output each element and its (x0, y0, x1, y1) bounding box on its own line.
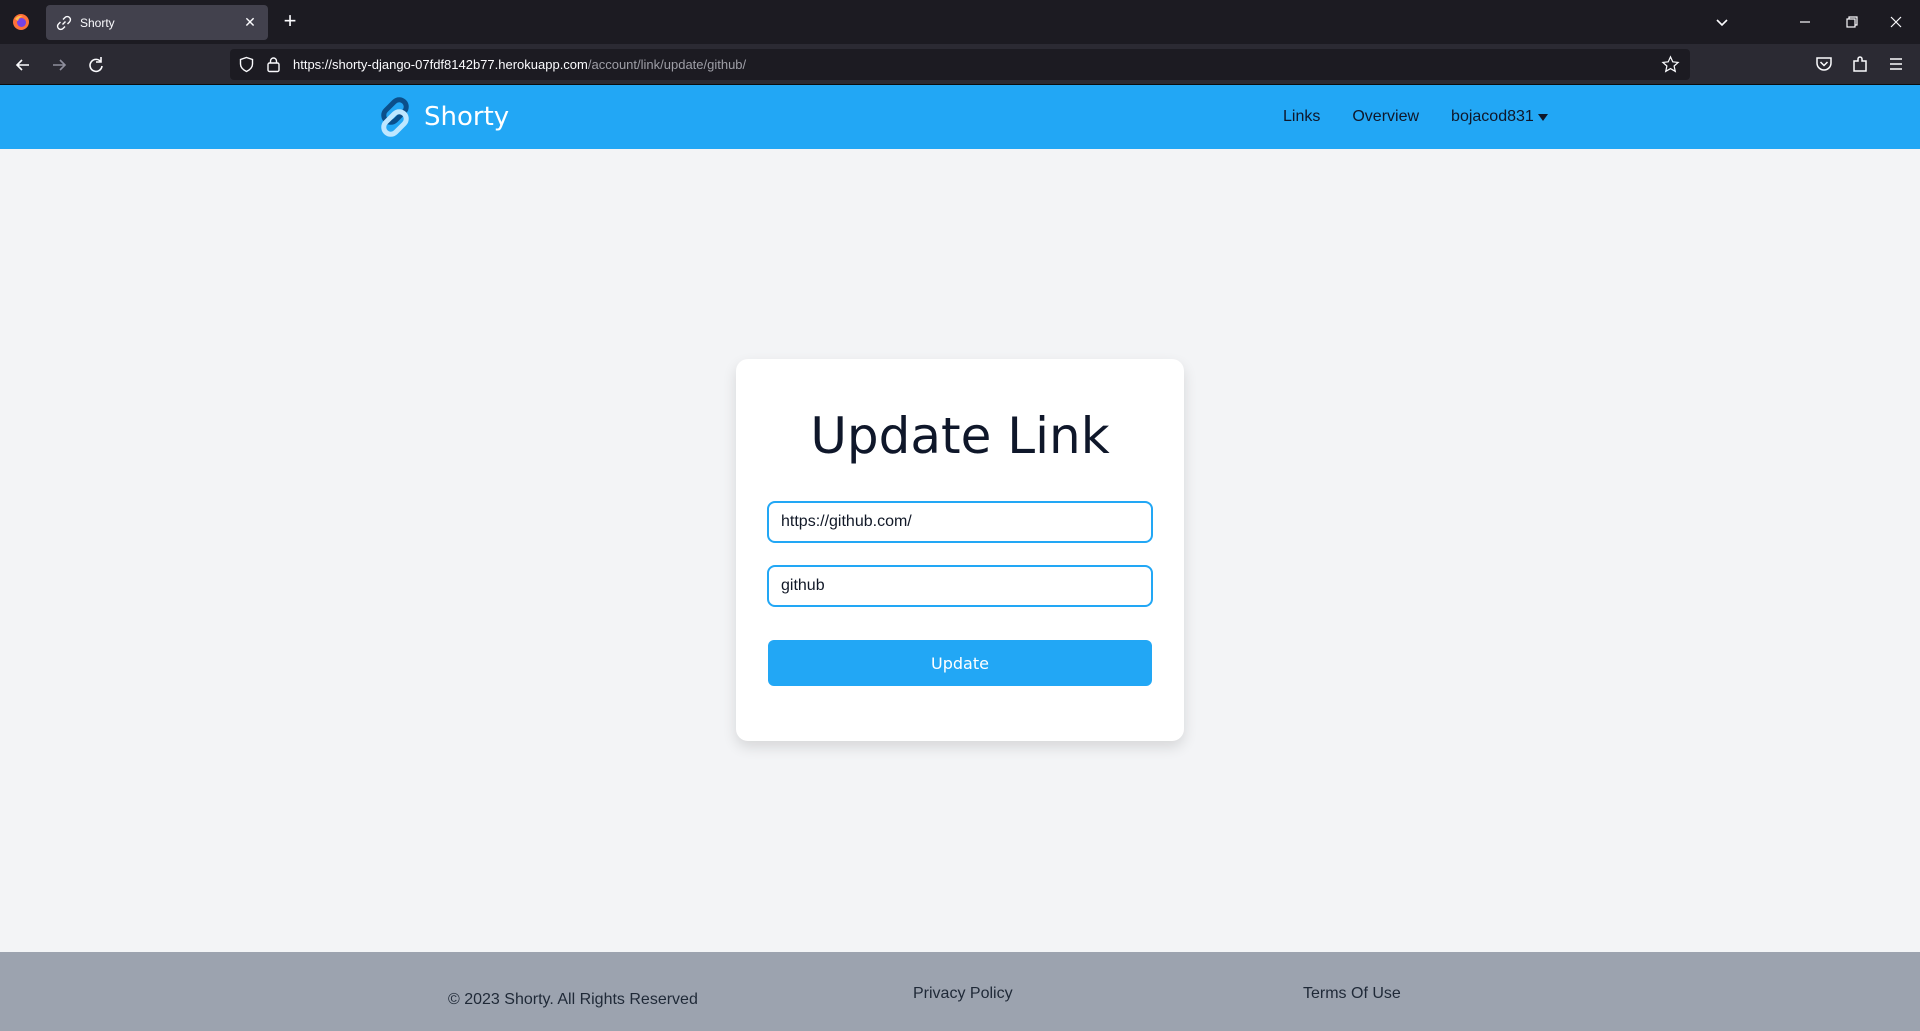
brand-name: Shorty (424, 102, 510, 132)
menu-icon[interactable] (1885, 53, 1907, 75)
update-link-card: Update Link Update (736, 359, 1184, 741)
terms-of-use-link[interactable]: Terms Of Use (1303, 985, 1401, 1003)
caret-down-icon (1537, 113, 1548, 121)
extensions-icon[interactable] (1849, 53, 1871, 75)
url-path: /account/link/update/github/ (587, 57, 747, 72)
close-tab-icon[interactable]: ✕ (242, 14, 258, 31)
browser-toolbar: https://shorty-django-07fdf8142b77.herok… (0, 44, 1920, 85)
pocket-icon[interactable] (1813, 53, 1835, 75)
new-tab-icon[interactable]: + (280, 10, 300, 34)
lock-icon[interactable] (266, 56, 281, 73)
minimize-icon[interactable] (1793, 10, 1817, 34)
bookmark-star-icon[interactable] (1661, 55, 1680, 74)
link-icon (56, 15, 72, 30)
user-menu[interactable]: bojacod831 (1451, 108, 1548, 126)
url-text: https://shorty-django-07fdf8142b77.herok… (293, 57, 746, 72)
site-footer: © 2023 Shorty. All Rights Reserved Priva… (0, 952, 1920, 1031)
update-button[interactable]: Update (768, 640, 1152, 686)
url-host: https://shorty-django-07fdf8142b77.herok… (293, 57, 588, 72)
nav-overview[interactable]: Overview (1352, 108, 1419, 126)
shield-icon[interactable] (238, 56, 255, 73)
site-header: Shorty Links Overview bojacod831 (0, 85, 1920, 149)
chain-link-logo-icon (381, 97, 409, 137)
close-window-icon[interactable] (1884, 10, 1908, 34)
chevron-down-icon[interactable] (1712, 12, 1732, 32)
slug-input[interactable] (767, 565, 1153, 607)
copyright-text: © 2023 Shorty. All Rights Reserved (448, 991, 698, 1008)
reload-icon[interactable] (84, 53, 108, 77)
tab-title: Shorty (80, 15, 115, 30)
back-icon[interactable] (11, 53, 35, 77)
nav-links[interactable]: Links (1283, 108, 1320, 126)
privacy-policy-link[interactable]: Privacy Policy (913, 985, 1013, 1003)
url-input[interactable] (767, 501, 1153, 543)
restore-icon[interactable] (1840, 10, 1864, 34)
firefox-icon[interactable] (12, 13, 30, 31)
main-nav: Links Overview bojacod831 (1283, 85, 1548, 149)
browser-tab[interactable]: Shorty ✕ (46, 5, 268, 40)
forward-icon[interactable] (47, 53, 71, 77)
username: bojacod831 (1451, 108, 1534, 125)
browser-tabbar: Shorty ✕ + (0, 0, 1920, 44)
page-title: Update Link (810, 407, 1110, 465)
brand-link[interactable]: Shorty (374, 96, 509, 138)
address-bar[interactable]: https://shorty-django-07fdf8142b77.herok… (230, 49, 1690, 80)
